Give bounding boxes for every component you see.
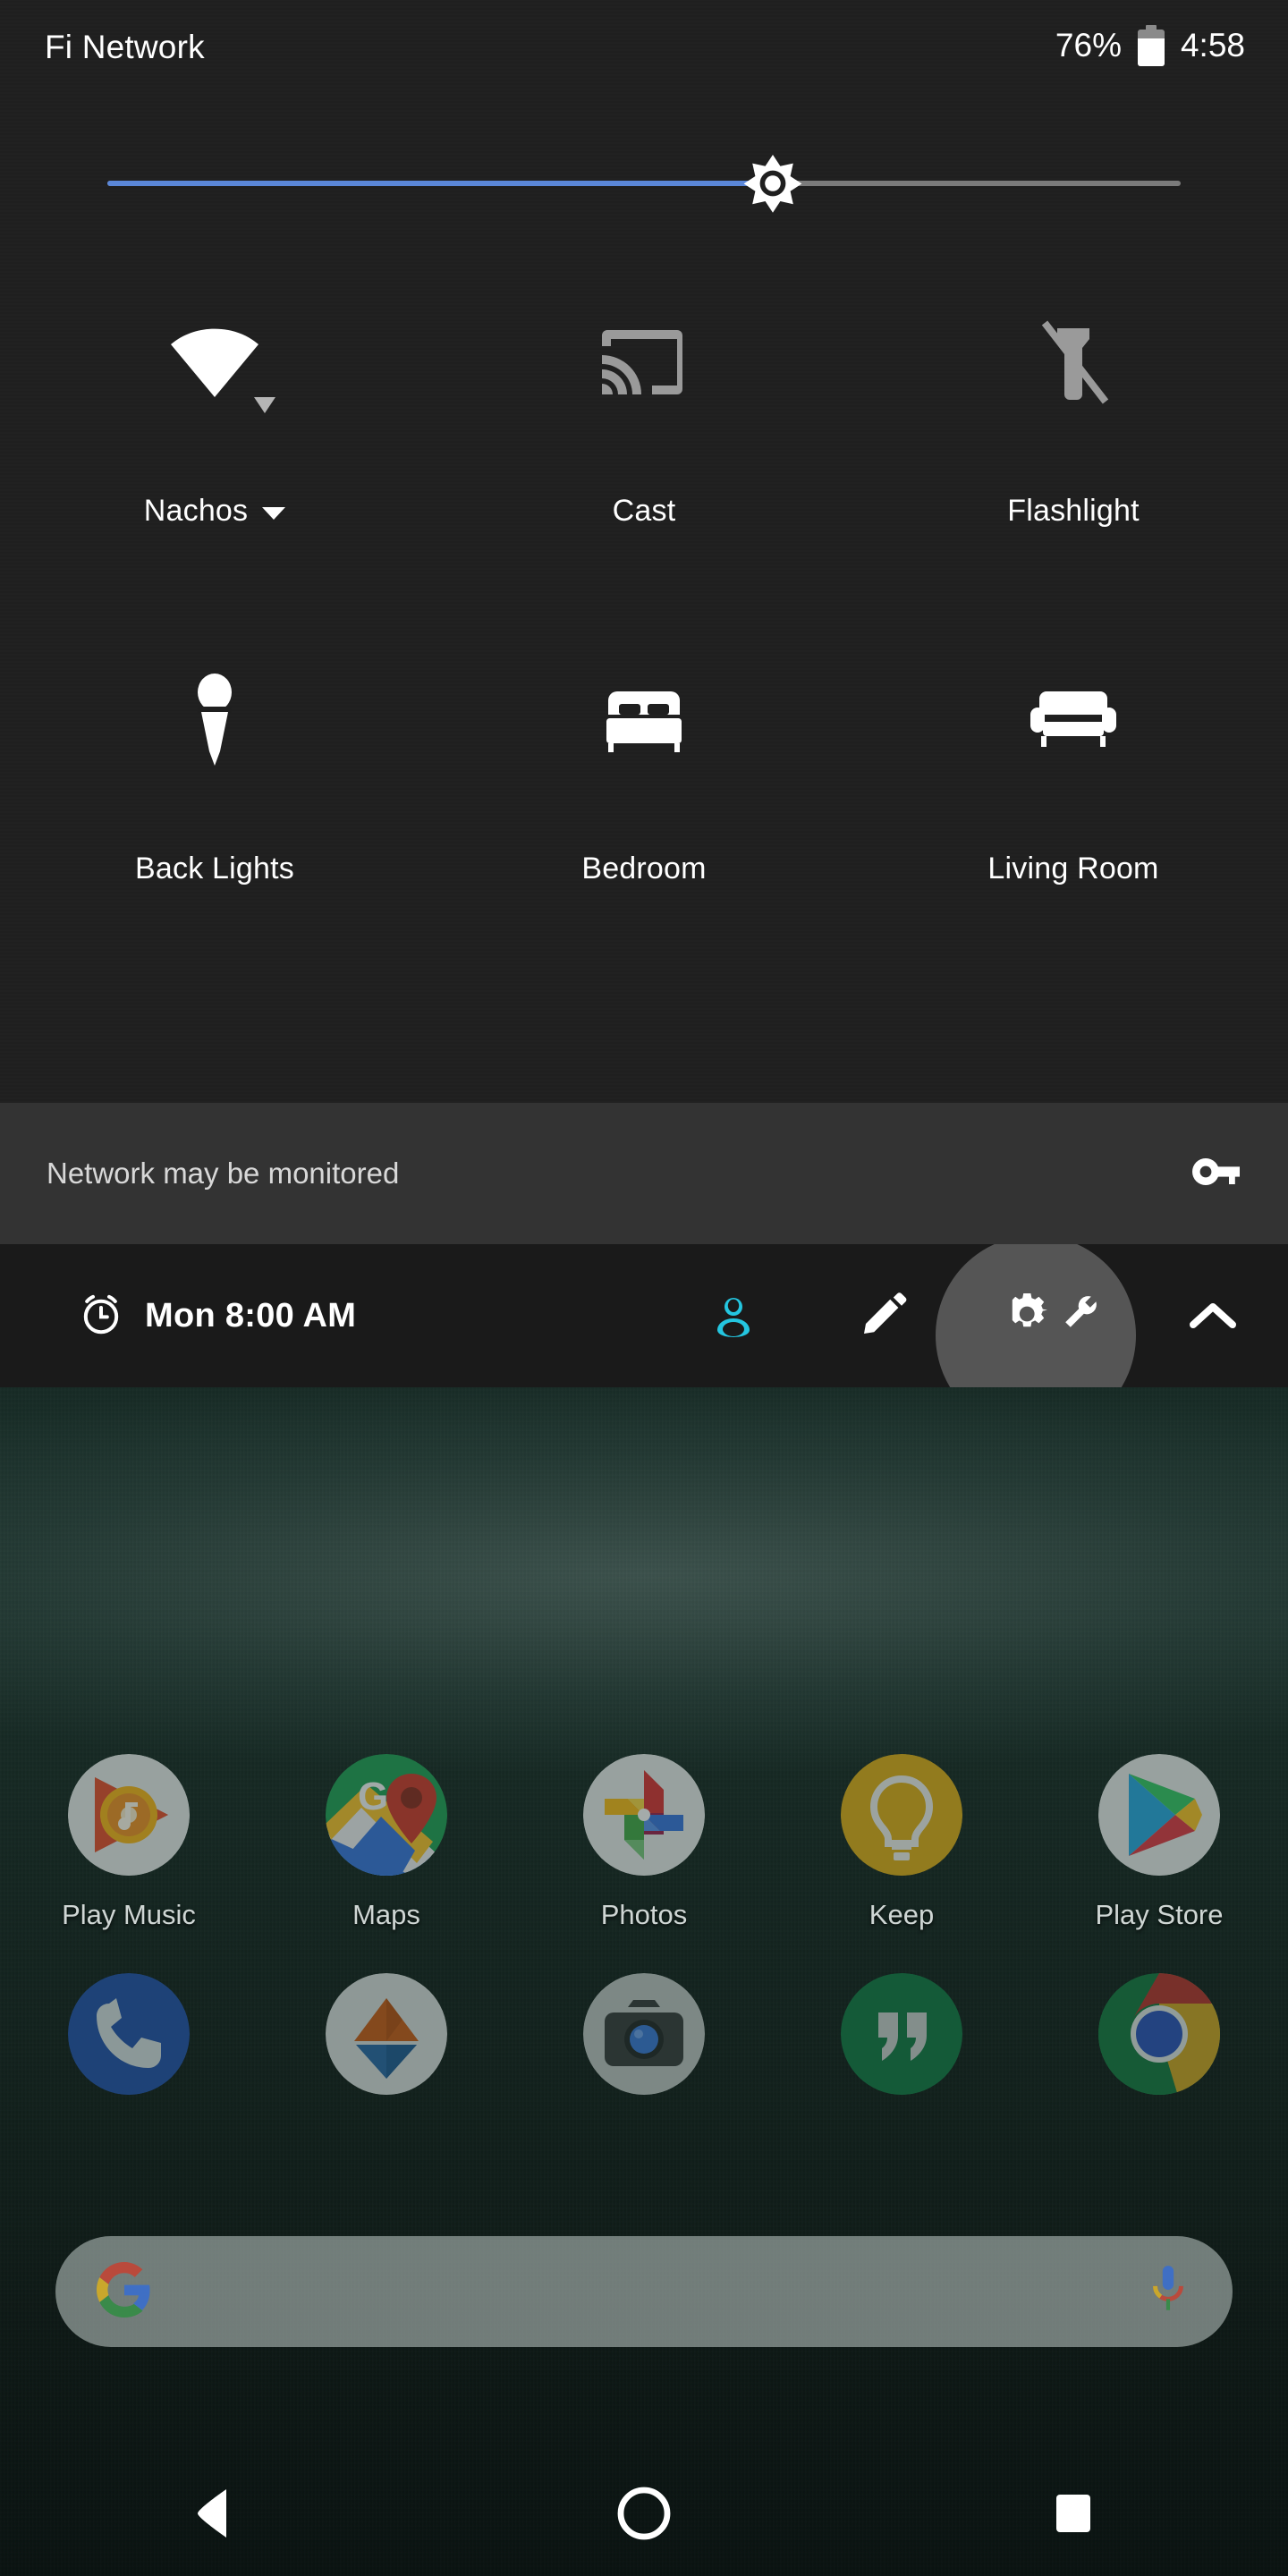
cast-icon (602, 295, 686, 429)
app-maps[interactable]: G Maps (258, 1754, 515, 1931)
chevron-down-icon[interactable] (262, 507, 286, 520)
app-label: Photos (600, 1899, 688, 1930)
brightness-slider[interactable] (0, 134, 1288, 233)
tile-bedroom[interactable]: Bedroom (429, 653, 859, 1011)
carrier-label: Fi Network (45, 29, 205, 65)
spotlight-icon (187, 653, 242, 787)
app-row-1: Play Music G Maps Photos Keep Play Store (0, 1754, 1288, 1931)
maps-icon: G (326, 1754, 447, 1876)
alarm-indicator[interactable]: Mon 8:00 AM (79, 1244, 356, 1387)
home-button[interactable] (555, 2451, 733, 2576)
bed-icon (599, 653, 689, 787)
home-screen: Play Music G Maps Photos Keep Play Store (0, 1387, 1288, 2576)
alarm-text: Mon 8:00 AM (145, 1296, 357, 1335)
user-avatar[interactable] (658, 1244, 809, 1387)
edit-tiles-button[interactable] (809, 1244, 959, 1387)
app-play-music[interactable]: Play Music (0, 1754, 258, 1931)
flashlight-off-icon (1034, 295, 1113, 429)
app-camera[interactable] (515, 1973, 773, 2118)
brightness-fill (107, 181, 773, 186)
app-hangouts[interactable] (773, 1973, 1030, 2118)
android-auto-icon (326, 1973, 447, 2095)
quick-settings-panel: Fi Network 76% 4:58 Nachos Cast Flashlig… (0, 0, 1288, 1103)
status-bar: Fi Network 76% 4:58 (0, 0, 1288, 89)
tile-label: Living Room (987, 852, 1159, 886)
app-row-2 (0, 1973, 1288, 2118)
play-store-icon (1098, 1754, 1220, 1876)
tile-living-room[interactable]: Living Room (859, 653, 1288, 1011)
tile-label: Bedroom (581, 852, 707, 886)
collapse-panel-button[interactable] (1138, 1244, 1288, 1387)
gear-wrench-icon (992, 1284, 1105, 1348)
tile-cast[interactable]: Cast (429, 295, 859, 653)
app-phone[interactable] (0, 1973, 258, 2118)
microphone-icon[interactable] (1145, 2262, 1191, 2322)
tile-wifi[interactable]: Nachos (0, 295, 429, 653)
google-g-icon (97, 2261, 152, 2322)
app-keep[interactable]: Keep (773, 1754, 1030, 1931)
wifi-detail-arrow-icon (254, 397, 275, 413)
keep-icon (841, 1754, 962, 1876)
app-chrome[interactable] (1030, 1973, 1288, 2118)
brightness-sun-icon (733, 144, 812, 223)
app-label: Play Music (62, 1899, 196, 1930)
brightness-track[interactable] (107, 181, 1181, 186)
tile-label: Nachos (144, 494, 286, 529)
app-play-store[interactable]: Play Store (1030, 1754, 1288, 1931)
photos-icon (583, 1754, 705, 1876)
camera-icon (583, 1973, 705, 2095)
recents-button[interactable] (984, 2451, 1163, 2576)
tile-row-1: Nachos Cast Flashlight (0, 295, 1288, 653)
app-photos[interactable]: Photos (515, 1754, 773, 1931)
tile-row-2: Back Lights Bedroom Living Room (0, 653, 1288, 1011)
app-label: Maps (352, 1899, 420, 1930)
android-screen: Play Music G Maps Photos Keep Play Store… (0, 0, 1288, 2576)
phone-icon (68, 1973, 190, 2095)
google-search-bar[interactable] (55, 2236, 1233, 2347)
play-music-icon (68, 1754, 190, 1876)
quick-settings-tiles: Nachos Cast Flashlight Back Lights Bedro… (0, 295, 1288, 1011)
app-label: Play Store (1095, 1899, 1224, 1930)
tile-label: Cast (612, 494, 676, 528)
chrome-icon (1098, 1973, 1220, 2095)
network-monitored-banner[interactable]: Network may be monitored (0, 1103, 1288, 1244)
quick-settings-footer: Mon 8:00 AM (0, 1244, 1288, 1387)
back-button[interactable] (125, 2451, 304, 2576)
app-label: Keep (869, 1899, 935, 1930)
wifi-icon (168, 295, 275, 429)
monitored-text: Network may be monitored (47, 1157, 400, 1190)
sofa-icon (1027, 653, 1120, 787)
status-bar-right: 76% 4:58 (1055, 25, 1245, 66)
footer-actions (658, 1244, 1288, 1387)
app-android-auto[interactable] (258, 1973, 515, 2118)
tile-label: Back Lights (135, 852, 294, 886)
alarm-clock-icon (79, 1292, 123, 1341)
clock-label: 4:58 (1180, 27, 1245, 64)
key-icon (1191, 1150, 1241, 1198)
navigation-bar (0, 2451, 1288, 2576)
tile-flashlight[interactable]: Flashlight (859, 295, 1288, 653)
hangouts-icon (841, 1973, 962, 2095)
tile-back-lights[interactable]: Back Lights (0, 653, 429, 1011)
system-ui-tuner-button[interactable] (959, 1244, 1138, 1387)
battery-percent-label: 76% (1055, 27, 1122, 64)
tile-label: Flashlight (1007, 494, 1140, 528)
battery-icon (1137, 25, 1165, 66)
